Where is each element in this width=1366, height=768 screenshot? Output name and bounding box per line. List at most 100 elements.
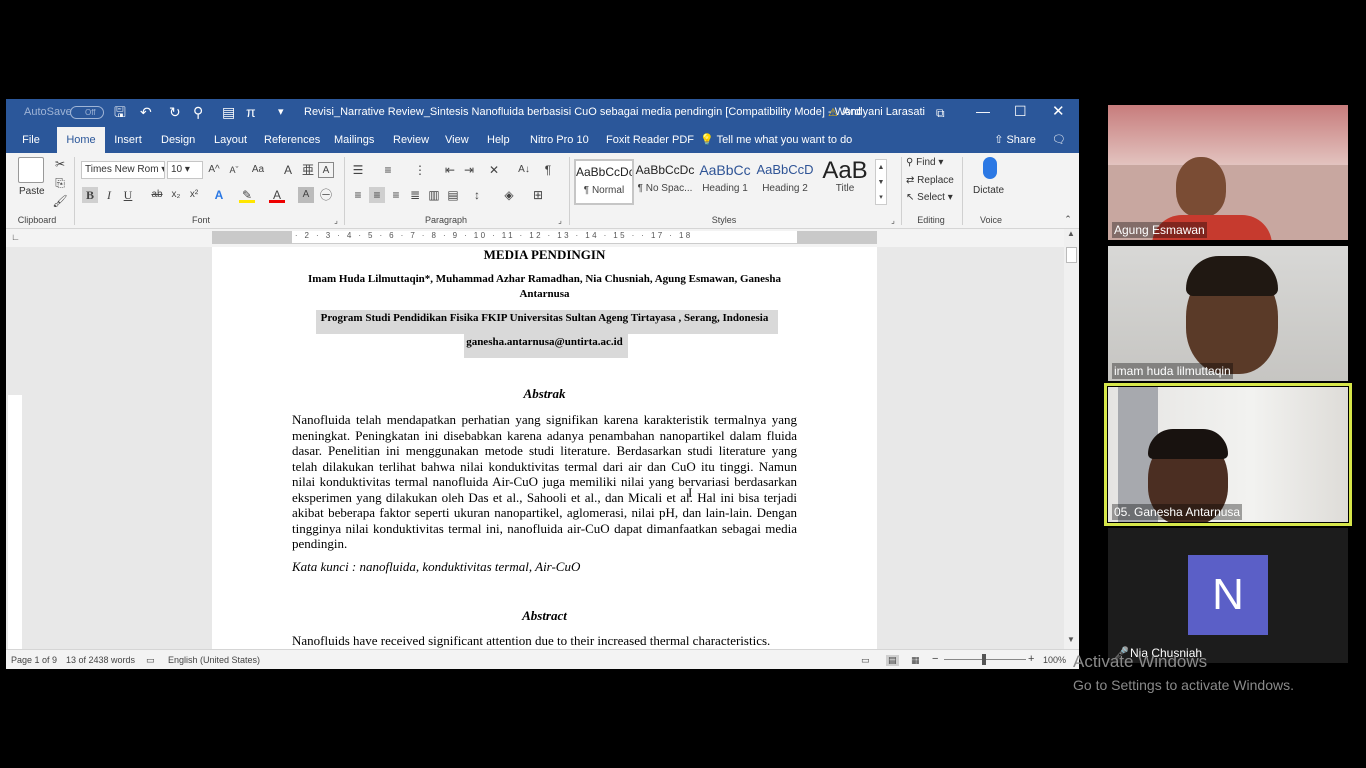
maximize-icon[interactable]: ☐: [1014, 103, 1027, 120]
microphone-icon[interactable]: [983, 157, 997, 179]
change-case-icon[interactable]: Aa: [250, 162, 266, 178]
paste-icon[interactable]: [18, 157, 44, 183]
format-painter-icon[interactable]: 🖌: [52, 193, 68, 209]
document-area[interactable]: MEDIA PENDINGIN Imam Huda Lilmuttaqin*, …: [6, 247, 1064, 649]
find-button[interactable]: ⚲ Find ▾: [906, 156, 943, 170]
character-border-icon[interactable]: A: [318, 162, 334, 178]
phonetic-guide-icon[interactable]: 亜: [300, 162, 316, 178]
highlight-icon[interactable]: ✎: [239, 187, 255, 203]
horizontal-ruler[interactable]: · 2 · 1 · · · 1 · 2 · 3 · 4 · 5 · 6 · 7 …: [212, 231, 877, 244]
borders-icon[interactable]: ⊞: [530, 187, 546, 203]
shading-icon[interactable]: ◈: [501, 187, 517, 203]
style-heading-1[interactable]: AaBbCc Heading 1: [695, 159, 755, 205]
shrink-font-icon[interactable]: Aˇ: [226, 162, 242, 178]
page-count[interactable]: Page 1 of 9: [11, 655, 57, 665]
participant-tile[interactable]: Agung Esmawan: [1108, 105, 1348, 240]
participant-tile[interactable]: N 🎤 Nia Chusniah: [1108, 528, 1348, 663]
multilevel-list-icon[interactable]: ⋮: [412, 162, 428, 178]
tab-help[interactable]: Help: [487, 127, 510, 153]
clear-formatting-icon[interactable]: A: [280, 162, 296, 178]
underline-icon[interactable]: U: [120, 187, 136, 203]
font-size-combo[interactable]: 10 ▾: [167, 161, 203, 179]
styles-dialog-launcher-icon[interactable]: ⌟: [885, 213, 901, 229]
zoom-in-icon[interactable]: +: [1028, 653, 1034, 665]
read-mode-icon[interactable]: ▭: [861, 655, 870, 666]
grow-font-icon[interactable]: A^: [206, 162, 222, 178]
zoom-level[interactable]: 100%: [1043, 655, 1066, 665]
tab-home[interactable]: Home: [57, 127, 105, 153]
column-align-icon[interactable]: ▤: [445, 187, 461, 203]
align-center-icon[interactable]: ≡: [369, 187, 385, 203]
redo-icon[interactable]: ↻: [169, 104, 181, 120]
asian-layout-icon[interactable]: ✕: [486, 162, 502, 178]
decrease-indent-icon[interactable]: ⇤: [442, 162, 458, 178]
strikethrough-icon[interactable]: ab: [149, 187, 165, 203]
tab-selector-icon[interactable]: ∟: [11, 232, 20, 242]
line-spacing-icon[interactable]: ↕: [469, 187, 485, 203]
scroll-down-icon[interactable]: ▼: [1067, 635, 1075, 644]
replace-button[interactable]: ⇄ Replace: [906, 174, 954, 188]
numbering-icon[interactable]: ≡: [380, 162, 396, 178]
save-icon[interactable]: 🖫: [114, 104, 126, 120]
paragraph-dialog-launcher-icon[interactable]: ⌟: [552, 213, 568, 229]
sort-icon[interactable]: A↓: [516, 162, 532, 178]
increase-indent-icon[interactable]: ⇥: [461, 162, 477, 178]
web-layout-icon[interactable]: ▦: [911, 655, 920, 666]
scroll-thumb[interactable]: [1066, 247, 1077, 263]
paste-button[interactable]: Paste: [19, 185, 45, 199]
justify-icon[interactable]: ≣: [407, 187, 423, 203]
italic-icon[interactable]: I: [101, 187, 117, 203]
close-icon[interactable]: ✕: [1052, 102, 1065, 120]
bold-icon[interactable]: B: [82, 187, 98, 203]
tab-nitro[interactable]: Nitro Pro 10: [530, 127, 589, 153]
style-title[interactable]: AaB Title: [815, 159, 875, 205]
tab-layout[interactable]: Layout: [214, 127, 247, 153]
symbol-icon[interactable]: π: [246, 104, 256, 120]
superscript-icon[interactable]: x²: [186, 187, 202, 203]
document-page[interactable]: MEDIA PENDINGIN Imam Huda Lilmuttaqin*, …: [212, 247, 877, 649]
copy-icon[interactable]: ⎘: [52, 175, 68, 191]
word-count[interactable]: 13 of 2438 words: [66, 655, 135, 665]
subscript-icon[interactable]: x₂: [168, 187, 184, 203]
align-right-icon[interactable]: ≡: [388, 187, 404, 203]
tab-file[interactable]: File: [20, 127, 42, 153]
share-button[interactable]: ⇧ Share: [990, 127, 1040, 153]
enclose-characters-icon[interactable]: ㊀: [318, 187, 334, 203]
comments-icon[interactable]: 🗨: [1050, 127, 1068, 153]
tab-foxit[interactable]: Foxit Reader PDF: [606, 127, 694, 153]
dictate-button[interactable]: Dictate: [973, 184, 1004, 198]
tab-review[interactable]: Review: [393, 127, 429, 153]
style-no-spacing[interactable]: AaBbCcDc ¶ No Spac...: [635, 159, 695, 205]
select-button[interactable]: ↖ Select ▾: [906, 191, 953, 205]
zoom-slider-thumb[interactable]: [982, 654, 986, 665]
distributed-icon[interactable]: ▥: [426, 187, 442, 203]
show-formatting-icon[interactable]: ¶: [540, 162, 556, 178]
style-heading-2[interactable]: AaBbCcD Heading 2: [755, 159, 815, 205]
style-normal[interactable]: AaBbCcDc ¶ Normal: [574, 159, 634, 205]
format-painter-qat-icon[interactable]: ⚲: [193, 104, 203, 120]
character-shading-icon[interactable]: A: [298, 187, 314, 203]
bullets-icon[interactable]: ☰: [350, 162, 366, 178]
font-color-icon[interactable]: A: [269, 187, 285, 203]
user-name[interactable]: Andyani Larasati: [843, 106, 925, 118]
vertical-scrollbar[interactable]: ▲ ▼: [1064, 229, 1079, 649]
tab-references[interactable]: References: [264, 127, 320, 153]
cut-icon[interactable]: ✂: [52, 156, 68, 172]
proofing-icon[interactable]: ▭: [146, 655, 155, 666]
print-layout-icon[interactable]: ▤: [886, 655, 899, 666]
customize-qat-icon[interactable]: ▾: [278, 104, 284, 120]
styles-gallery-scroll[interactable]: ▲ ▼ ▾: [875, 159, 887, 205]
vertical-ruler[interactable]: [8, 395, 22, 649]
language[interactable]: English (United States): [168, 655, 260, 665]
align-left-icon[interactable]: ≡: [350, 187, 366, 203]
collapse-ribbon-icon[interactable]: ⌃: [1060, 211, 1076, 227]
tab-insert[interactable]: Insert: [114, 127, 142, 153]
document-icon[interactable]: ▤: [222, 104, 235, 120]
tab-mailings[interactable]: Mailings: [334, 127, 374, 153]
text-effects-icon[interactable]: A: [211, 187, 227, 203]
font-name-combo[interactable]: Times New Rom ▾: [81, 161, 165, 179]
tell-me-search[interactable]: 💡 Tell me what you want to do: [700, 127, 852, 153]
participant-tile[interactable]: imam huda lilmuttaqin: [1108, 246, 1348, 381]
tab-design[interactable]: Design: [161, 127, 195, 153]
scroll-up-icon[interactable]: ▲: [1067, 229, 1075, 238]
